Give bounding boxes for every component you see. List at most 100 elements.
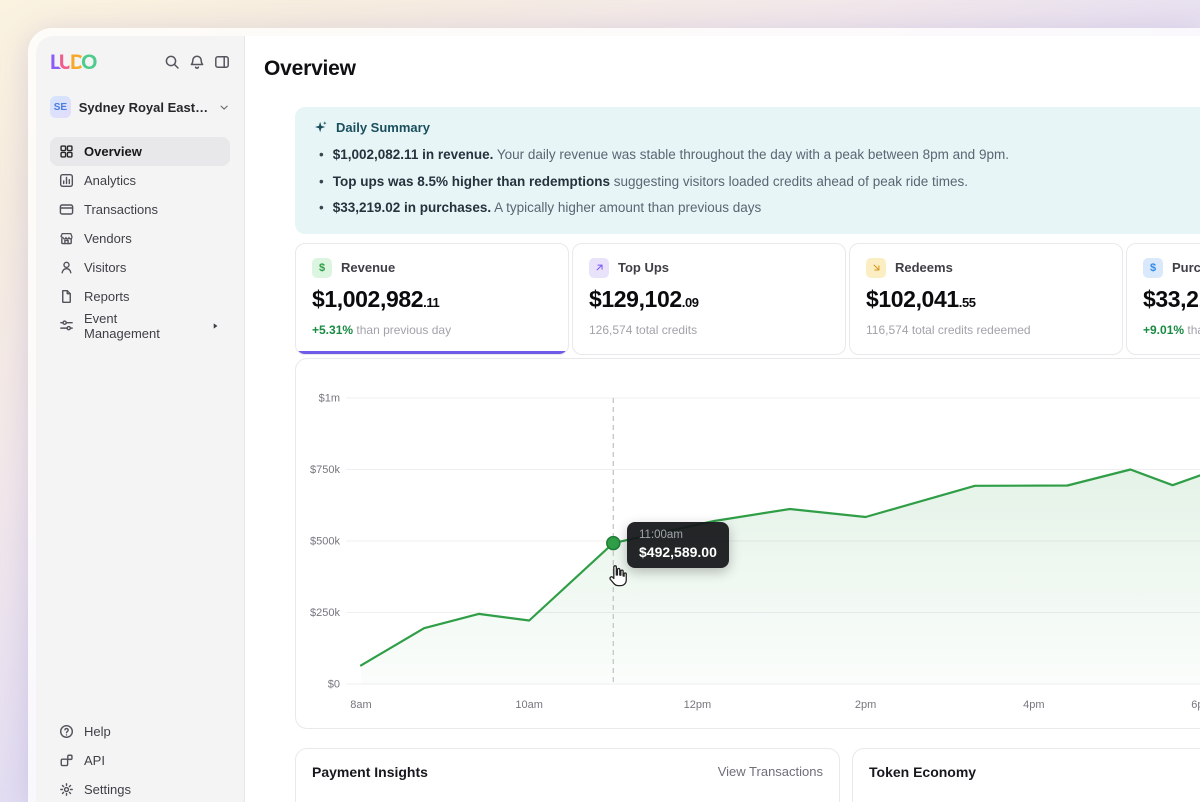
stat-subtext: +9.01% than previous day — [1143, 323, 1200, 337]
help-icon — [59, 724, 74, 739]
bullet-text: Top ups was 8.5% higher than redemptions… — [333, 169, 968, 196]
revenue-chart[interactable]: $0$250k$500k$750k$1m8am10am12pm2pm4pm6pm — [296, 359, 1200, 728]
stat-card-redeems[interactable]: Redeems $102,041.55 116,574 total credits … — [849, 243, 1123, 355]
stat-value: $1,002,982.11 — [312, 286, 552, 313]
stat-subtext: 126,574 total credits — [589, 323, 829, 337]
bullet-dot: • — [319, 195, 324, 222]
logo-letter: O — [81, 51, 97, 74]
chevron-right-icon — [209, 320, 221, 332]
sidebar-top-icons — [164, 54, 230, 70]
dollar-icon: $ — [312, 258, 332, 278]
dollar-icon: $ — [1143, 258, 1163, 278]
payment-insights-title: Payment Insights — [312, 764, 428, 780]
bell-icon[interactable] — [189, 54, 205, 70]
stat-card-top-ups[interactable]: Top Ups $129,102.09 126,574 total credits — [572, 243, 846, 355]
stat-label: Redeems — [895, 260, 953, 275]
sliders-icon — [59, 318, 74, 333]
token-economy-title: Token Economy — [869, 764, 976, 780]
search-icon[interactable] — [164, 54, 180, 70]
store-icon — [59, 231, 74, 246]
sparkles-icon — [313, 120, 328, 135]
sidebar-item-settings[interactable]: Settings — [50, 775, 230, 802]
sidebar-item-help[interactable]: Help — [50, 717, 230, 746]
sidebar-item-label: Transactions — [84, 202, 158, 217]
svg-text:$250k: $250k — [310, 607, 340, 619]
stat-cards-row: $ Revenue $1,002,982.11 +5.31% than previou… — [295, 243, 1200, 355]
svg-text:8am: 8am — [350, 699, 371, 711]
sidebar-toggle-icon[interactable] — [214, 54, 230, 70]
sidebar-item-event-management[interactable]: Event Management — [50, 311, 230, 340]
sidebar-item-overview[interactable]: Overview — [50, 137, 230, 166]
summary-bullet: • $33,219.02 in purchases. A typically hi… — [313, 195, 1200, 222]
sidebar-item-label: Settings — [84, 782, 131, 797]
stat-card-purchases[interactable]: $ Purchases $33,219.02 +9.01% than previous… — [1126, 243, 1200, 355]
file-icon — [59, 289, 74, 304]
stat-subtext: 116,574 total credits redeemed — [866, 323, 1106, 337]
sidebar-item-analytics[interactable]: Analytics — [50, 166, 230, 195]
stat-label: Revenue — [341, 260, 395, 275]
bullet-dot: • — [319, 169, 324, 196]
sidebar-item-label: Help — [84, 724, 111, 739]
svg-text:2pm: 2pm — [855, 699, 876, 711]
daily-summary-bullets: • $1,002,082.11 in revenue. Your daily re… — [313, 142, 1200, 222]
ludo-logo: LUDO — [50, 52, 94, 73]
svg-text:$0: $0 — [328, 678, 340, 690]
stat-label: Top Ups — [618, 260, 669, 275]
app: LUDO SE Sydney Royal Easter S... Overvie… — [36, 36, 1200, 802]
blocks-icon — [59, 753, 74, 768]
app-window: LUDO SE Sydney Royal Easter S... Overvie… — [28, 28, 1200, 802]
sidebar-item-reports[interactable]: Reports — [50, 282, 230, 311]
arrow-up-right-icon — [589, 258, 609, 278]
sidebar-item-visitors[interactable]: Visitors — [50, 253, 230, 282]
user-icon — [59, 260, 74, 275]
sidebar-item-label: API — [84, 753, 105, 768]
org-name: Sydney Royal Easter S... — [79, 100, 210, 115]
payment-insights-card: Payment Insights View Transactions — [295, 748, 840, 802]
svg-text:$750k: $750k — [310, 464, 340, 476]
sidebar-item-label: Overview — [84, 144, 142, 159]
sidebar-item-api[interactable]: API — [50, 746, 230, 775]
token-economy-card: Token Economy — [852, 748, 1200, 802]
sidebar-item-label: Analytics — [84, 173, 136, 188]
revenue-chart-card[interactable]: $0$250k$500k$750k$1m8am10am12pm2pm4pm6pm… — [295, 358, 1200, 729]
stat-label: Purchases — [1172, 260, 1200, 275]
credit-card-icon — [59, 202, 74, 217]
org-avatar: SE — [50, 96, 71, 118]
bullet-text: $33,219.02 in purchases. A typically hig… — [333, 195, 762, 222]
summary-bullet: • Top ups was 8.5% higher than redemption… — [313, 169, 1200, 196]
summary-bullet: • $1,002,082.11 in revenue. Your daily re… — [313, 142, 1200, 169]
svg-text:$1m: $1m — [319, 392, 340, 404]
page-title: Overview — [264, 57, 1200, 81]
sidebar: LUDO SE Sydney Royal Easter S... Overvie… — [36, 36, 245, 802]
sidebar-item-vendors[interactable]: Vendors — [50, 224, 230, 253]
sidebar-nav: Overview Analytics Transactions Vendors Visi… — [50, 137, 230, 340]
main-content: Overview Daily Summary • $1,002,082.11 in… — [245, 36, 1200, 802]
arrow-down-right-icon — [866, 258, 886, 278]
sidebar-item-transactions[interactable]: Transactions — [50, 195, 230, 224]
gear-icon — [59, 782, 74, 797]
org-selector[interactable]: SE Sydney Royal Easter S... — [50, 96, 230, 118]
bullet-dot: • — [319, 142, 324, 169]
sidebar-footer: Help API Settings — [50, 717, 230, 802]
daily-summary-card: Daily Summary • $1,002,082.11 in revenue.… — [295, 107, 1200, 234]
daily-summary-title: Daily Summary — [336, 120, 430, 135]
svg-text:10am: 10am — [515, 699, 543, 711]
stat-subtext: +5.31% than previous day — [312, 323, 552, 337]
sidebar-item-label: Reports — [84, 289, 130, 304]
stat-value: $102,041.55 — [866, 286, 1106, 313]
svg-text:12pm: 12pm — [684, 699, 712, 711]
sidebar-item-label: Event Management — [84, 311, 195, 341]
stat-value: $129,102.09 — [589, 286, 829, 313]
grid-icon — [59, 144, 74, 159]
svg-text:4pm: 4pm — [1023, 699, 1044, 711]
sidebar-item-label: Visitors — [84, 260, 126, 275]
chevron-down-icon — [218, 101, 230, 114]
stat-value: $33,219.02 — [1143, 286, 1200, 313]
bar-chart-icon — [59, 173, 74, 188]
sidebar-item-label: Vendors — [84, 231, 132, 246]
svg-text:$500k: $500k — [310, 535, 340, 547]
stat-card-revenue[interactable]: $ Revenue $1,002,982.11 +5.31% than previou… — [295, 243, 569, 355]
view-transactions-link[interactable]: View Transactions — [718, 764, 823, 779]
bottom-cards-row: Payment Insights View Transactions Token… — [295, 748, 1200, 802]
bullet-text: $1,002,082.11 in revenue. Your daily rev… — [333, 142, 1009, 169]
